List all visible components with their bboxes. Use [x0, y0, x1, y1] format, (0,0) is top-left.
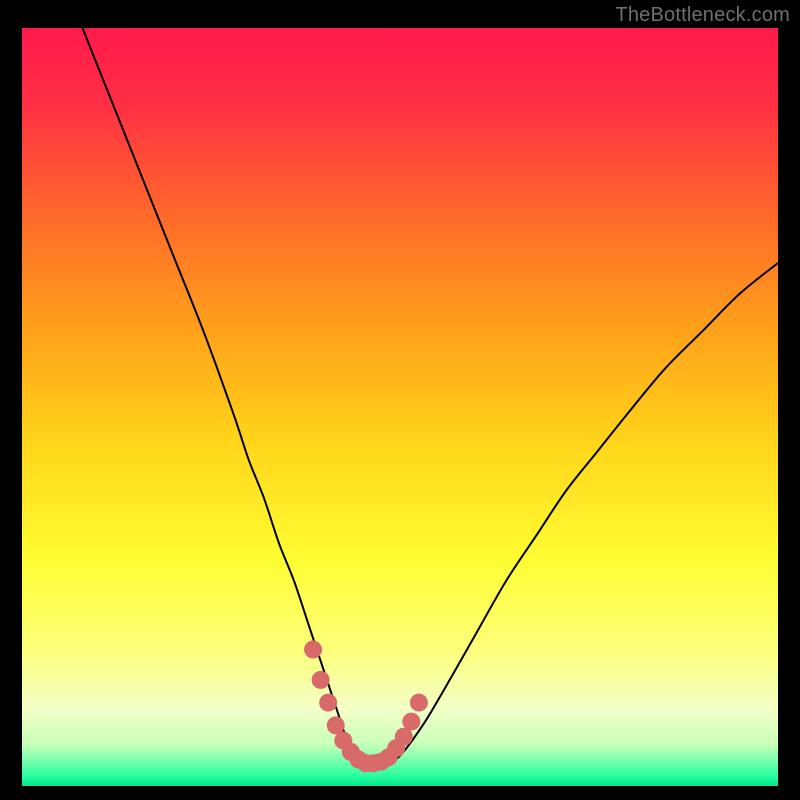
outer-frame: TheBottleneck.com: [0, 0, 800, 800]
chart-svg: [22, 28, 778, 786]
valley-marker: [304, 641, 322, 659]
valley-marker: [410, 694, 428, 712]
valley-marker: [402, 713, 420, 731]
valley-marker: [312, 671, 330, 689]
gradient-background: [22, 28, 778, 786]
plot-area: [22, 28, 778, 786]
watermark-text: TheBottleneck.com: [615, 4, 790, 27]
valley-marker: [319, 694, 337, 712]
